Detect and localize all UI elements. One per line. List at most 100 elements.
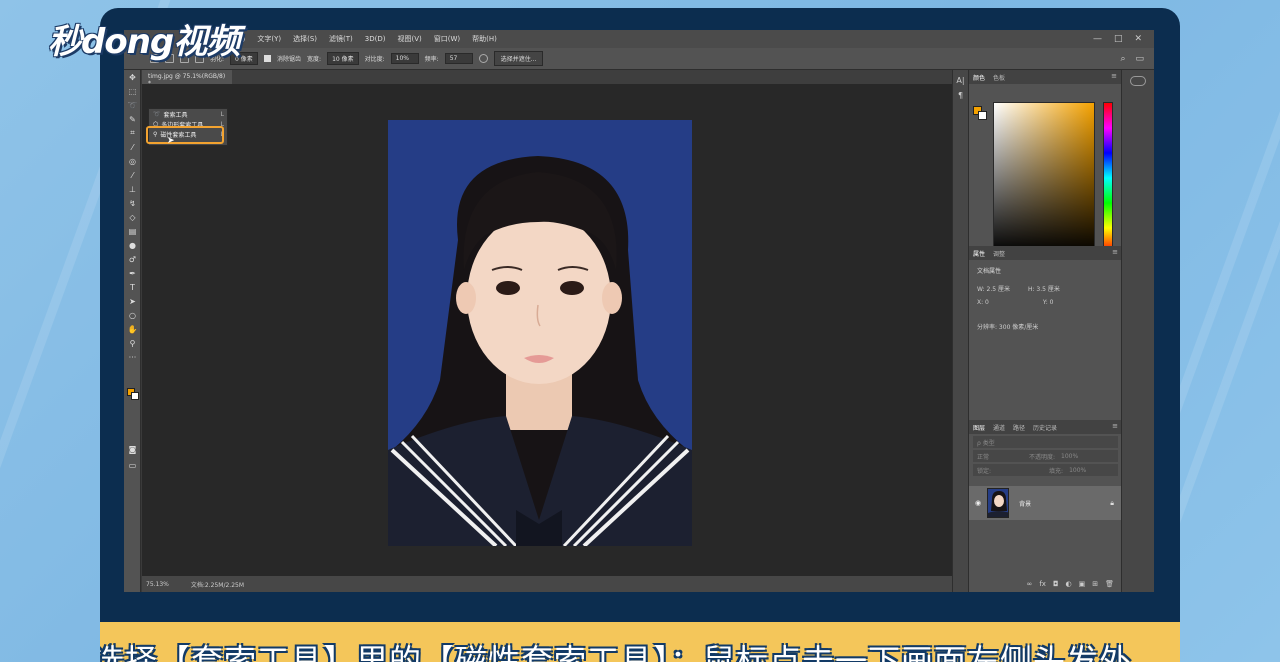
tab-layers[interactable]: 图层: [973, 423, 985, 432]
subtitle-bar: 选择【套索工具】里的【磁性套索工具】：鼠标点击一下画面左侧头发外: [100, 622, 1180, 662]
panel-icon-strip: A| ¶: [952, 70, 968, 592]
layers-tabs: 图层 通道 路径 历史记录 ≡: [969, 420, 1122, 434]
document-properties-title: 文档属性: [977, 268, 1002, 275]
paragraph-panel-icon[interactable]: ¶: [953, 91, 968, 100]
lasso-tool-icon[interactable]: ➰: [124, 98, 141, 112]
far-right-strip: [1121, 70, 1154, 592]
layer-style-icon[interactable]: fx: [1039, 580, 1046, 592]
select-and-mask-button[interactable]: 选择并遮住...: [493, 51, 544, 66]
tools-panel: ✥ ⬚ ➰ ✎ ⌗ ⁄ ◎ ⁄ ⊥ ↯ ◇ ▤ ● ♂ ✒ T ➤ ○ ✋ ⚲ …: [124, 70, 141, 592]
move-tool-icon[interactable]: ✥: [124, 70, 141, 84]
eyedropper-tool-icon[interactable]: ⁄: [124, 140, 141, 154]
document-tab[interactable]: timg.jpg @ 75.1%(RGB/8) *: [142, 70, 232, 87]
width-input[interactable]: 10 像素: [327, 52, 359, 65]
height-value: H: 3.5 厘米: [1027, 286, 1060, 293]
search-icon[interactable]: ⌕: [1120, 54, 1125, 64]
menu-type[interactable]: 文字(Y): [251, 34, 287, 44]
new-layer-icon[interactable]: ⊞: [1092, 580, 1098, 592]
link-layers-icon[interactable]: ∞: [1027, 580, 1033, 592]
frequency-input[interactable]: 57: [444, 53, 473, 64]
tab-history[interactable]: 历史记录: [1033, 423, 1057, 432]
menu-filter[interactable]: 滤镜(T): [323, 34, 359, 44]
tab-properties[interactable]: 属性: [973, 249, 985, 258]
menu-bar: 图层(L) 文字(Y) 选择(S) 滤镜(T) 3D(D) 视图(V) 窗口(W…: [124, 30, 1154, 48]
shape-tool-icon[interactable]: ○: [124, 308, 141, 322]
quick-mask-icon[interactable]: ◙: [124, 442, 141, 456]
width-value: W: 2.5 厘米: [977, 286, 1010, 293]
properties-panel: 属性 调整 ≡ 文档属性 W: 2.5 厘米 H: 3.5 厘米 X: 0 Y:…: [969, 246, 1122, 416]
tab-channels[interactable]: 通道: [993, 423, 1005, 432]
toggle-panel-icon[interactable]: [1130, 76, 1146, 86]
opacity-input[interactable]: 100%: [1061, 453, 1078, 460]
pressure-icon[interactable]: [478, 54, 488, 63]
delete-layer-icon[interactable]: 🗑︎: [1105, 580, 1114, 592]
fill-input[interactable]: 100%: [1069, 467, 1086, 474]
hand-tool-icon[interactable]: ✋: [124, 322, 141, 336]
panel-menu-icon[interactable]: ≡: [1112, 422, 1118, 430]
highlight-box: [146, 126, 224, 144]
quick-select-tool-icon[interactable]: ✎: [124, 112, 141, 126]
shortcut-key: L: [220, 110, 224, 118]
gradient-tool-icon[interactable]: ▤: [124, 224, 141, 238]
layer-row-background[interactable]: ◉ 背景 🔒︎: [969, 486, 1122, 520]
menu-view[interactable]: 视图(V): [391, 34, 427, 44]
tab-color[interactable]: 颜色: [973, 73, 985, 82]
workspace-icon[interactable]: ▭: [1135, 54, 1144, 64]
background-color-swatch[interactable]: [131, 392, 139, 400]
color-panel-tabs: 颜色 色板 ≡: [969, 70, 1121, 84]
contrast-input[interactable]: 10%: [390, 53, 419, 64]
tab-paths[interactable]: 路径: [1013, 423, 1025, 432]
close-button[interactable]: ✕: [1134, 34, 1142, 44]
tab-swatches[interactable]: 色板: [993, 73, 1005, 82]
dodge-tool-icon[interactable]: ♂: [124, 252, 141, 266]
layer-kind-filter[interactable]: ρ 类型: [973, 436, 1118, 448]
hue-slider[interactable]: [1103, 102, 1113, 254]
visibility-eye-icon[interactable]: ◉: [975, 499, 981, 507]
healing-tool-icon[interactable]: ◎: [124, 154, 141, 168]
more-tools-icon[interactable]: ···: [124, 350, 141, 364]
new-group-icon[interactable]: ▣: [1079, 580, 1086, 592]
screen-mode-icon[interactable]: ▭: [124, 458, 141, 472]
doc-size-info: 文档:2.25M/2.25M: [190, 581, 245, 589]
path-select-icon[interactable]: ➤: [124, 294, 141, 308]
antialias-checkbox[interactable]: [264, 55, 272, 62]
resolution-value: 分辨率: 300 像素/厘米: [977, 324, 1039, 331]
tab-adjustments[interactable]: 调整: [993, 249, 1005, 258]
brush-tool-icon[interactable]: ⁄: [124, 168, 141, 182]
blur-tool-icon[interactable]: ●: [124, 238, 141, 252]
lasso-icon: ➰: [153, 110, 161, 118]
blend-mode-select[interactable]: 正常: [977, 452, 989, 461]
menu-select[interactable]: 选择(S): [287, 34, 323, 44]
minimize-button[interactable]: —: [1093, 34, 1102, 44]
panel-menu-icon[interactable]: ≡: [1112, 248, 1118, 256]
type-tool-icon[interactable]: T: [124, 280, 141, 294]
eraser-tool-icon[interactable]: ◇: [124, 210, 141, 224]
panel-menu-icon[interactable]: ≡: [1111, 72, 1117, 80]
menu-help[interactable]: 帮助(H): [466, 34, 503, 44]
lasso-tool-menu-item[interactable]: ➰ 套索工具 L: [149, 109, 227, 119]
maximize-button[interactable]: □: [1114, 34, 1123, 44]
color-picker-field[interactable]: [993, 102, 1095, 254]
lock-row: 锁定: 填充: 100%: [973, 464, 1118, 476]
resolution-row: 分辨率: 300 像素/厘米: [969, 319, 1122, 334]
panel-background-swatch[interactable]: [978, 111, 987, 120]
zoom-level[interactable]: 75.13%: [146, 581, 169, 588]
portrait-photo[interactable]: [388, 120, 692, 546]
menu-window[interactable]: 窗口(W): [428, 34, 466, 44]
layer-thumbnail: [987, 488, 1010, 518]
stamp-tool-icon[interactable]: ⊥: [124, 182, 141, 196]
adjustment-layer-icon[interactable]: ◐: [1066, 580, 1072, 592]
status-bar: 75.13% 文档:2.25M/2.25M: [142, 576, 952, 592]
history-brush-icon[interactable]: ↯: [124, 196, 141, 210]
menu-3d[interactable]: 3D(D): [359, 35, 392, 43]
character-panel-icon[interactable]: A|: [953, 76, 968, 85]
blend-mode-row: 正常 不透明度: 100%: [973, 450, 1118, 462]
subtitle-text: 选择【套索工具】里的【磁性套索工具】：鼠标点击一下画面左侧头发外: [100, 642, 1133, 662]
layers-panel: 图层 通道 路径 历史记录 ≡ ρ 类型 正常 不透明度: 100% 锁定: 填…: [969, 420, 1122, 592]
add-mask-icon[interactable]: ◘: [1053, 580, 1059, 592]
layer-name: 背景: [1019, 500, 1032, 508]
zoom-tool-icon[interactable]: ⚲: [124, 336, 141, 350]
pen-tool-icon[interactable]: ✒: [124, 266, 141, 280]
marquee-tool-icon[interactable]: ⬚: [124, 84, 141, 98]
crop-tool-icon[interactable]: ⌗: [124, 126, 141, 140]
